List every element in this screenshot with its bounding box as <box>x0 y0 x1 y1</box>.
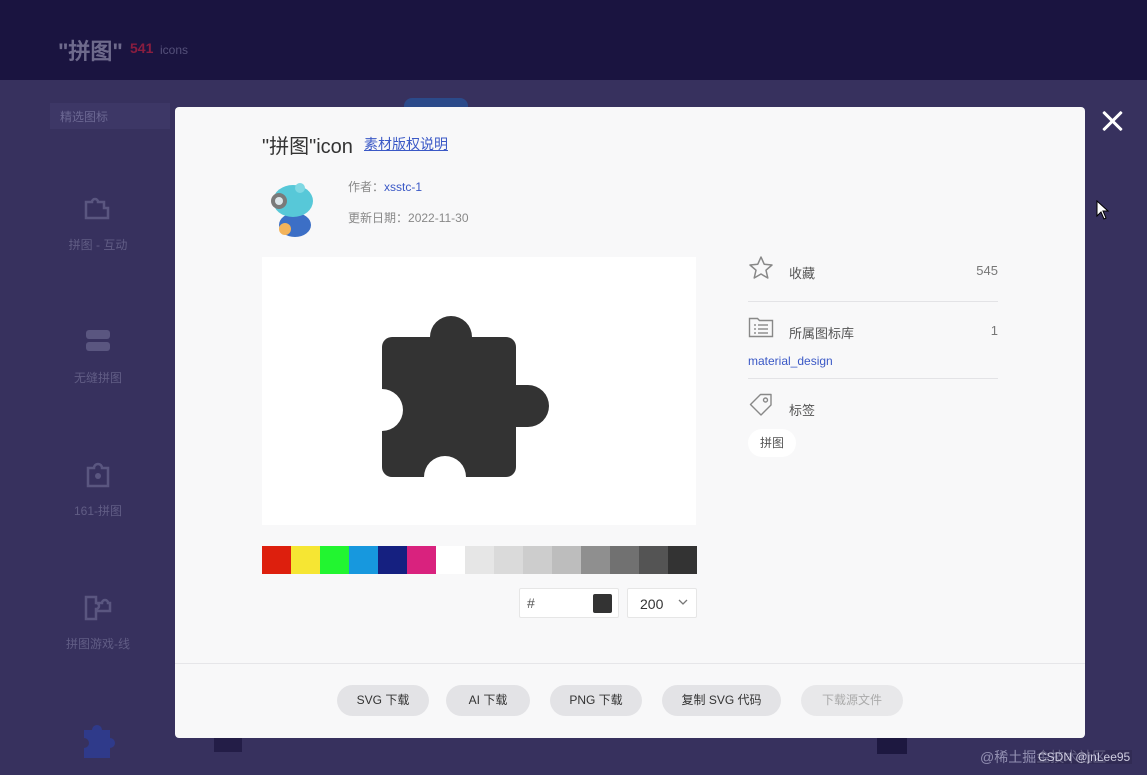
puzzle-piece-icon <box>86 462 110 488</box>
color-swatch[interactable] <box>349 546 378 574</box>
download-source-button[interactable]: 下载源文件 <box>801 685 903 716</box>
size-select[interactable]: 200 <box>627 588 697 618</box>
date-row: 更新日期：2022-11-30 <box>348 209 469 226</box>
library-count: 1 <box>990 323 998 338</box>
author-avatar[interactable] <box>265 179 321 239</box>
folder-list-icon <box>748 317 774 338</box>
icon-detail-modal: "拼图"icon 素材版权说明 作者：xsstc-1 更新日期：2022-11-… <box>175 107 1085 738</box>
color-swatch[interactable] <box>378 546 407 574</box>
background-puzzle-icon[interactable] <box>80 720 116 765</box>
background-item-label: 161-拼图 <box>73 504 123 518</box>
ai-download-button[interactable]: AI 下载 <box>446 685 530 716</box>
color-swatch[interactable] <box>494 546 523 574</box>
divider <box>748 301 998 302</box>
puzzle-icon <box>84 725 115 758</box>
seamless-puzzle-icon <box>86 330 110 351</box>
color-hex-field[interactable]: # <box>519 588 619 618</box>
color-swatch[interactable] <box>407 546 436 574</box>
footer-divider <box>175 663 1085 664</box>
color-swatch[interactable] <box>320 546 349 574</box>
icon-preview <box>262 257 696 525</box>
library-row: 所属图标库 1 <box>748 315 998 345</box>
date-label: 更新日期： <box>348 211 409 225</box>
tag-chip[interactable]: 拼图 <box>748 429 797 457</box>
background-icons-word: icons <box>160 43 189 57</box>
svg-download-button[interactable]: SVG 下载 <box>337 685 429 716</box>
background-item-label: 拼图 - 互动 <box>68 238 128 252</box>
color-swatch[interactable] <box>610 546 639 574</box>
tags-row: 标签 <box>748 392 998 422</box>
background-puzzle-icon[interactable] <box>875 738 909 763</box>
color-swatch[interactable] <box>552 546 581 574</box>
author-row: 作者：xsstc-1 <box>348 178 422 195</box>
puzzle-icon <box>214 738 242 752</box>
color-swatch[interactable] <box>291 546 320 574</box>
color-swatch[interactable] <box>436 546 465 574</box>
chevron-down-icon <box>678 599 688 605</box>
color-swatch[interactable] <box>581 546 610 574</box>
color-hex-input[interactable] <box>540 593 590 613</box>
favorite-label: 收藏 <box>789 266 816 281</box>
background-icon-item[interactable]: 无缝拼图 <box>48 325 148 386</box>
library-name-link[interactable]: material_design <box>748 354 833 368</box>
background-puzzle-icon[interactable] <box>210 738 246 763</box>
hex-prefix: # <box>527 595 535 611</box>
size-value: 200 <box>640 596 664 612</box>
favorite-count: 545 <box>976 263 998 278</box>
author-name-link[interactable]: xsstc-1 <box>384 180 422 194</box>
background-item-label: 无缝拼图 <box>73 371 122 385</box>
background-header <box>0 0 1147 80</box>
divider <box>748 378 998 379</box>
author-label: 作者： <box>348 180 385 194</box>
puzzle-icon <box>877 738 907 754</box>
background-icon-item[interactable]: 拼图 - 互动 <box>48 192 148 253</box>
background-title: "拼图" <box>58 39 123 64</box>
csdn-watermark: CSDN @jnLee95 <box>1036 750 1133 764</box>
star-icon <box>749 256 773 279</box>
color-swatch[interactable] <box>639 546 668 574</box>
date-value: 2022-11-30 <box>408 211 469 225</box>
copy-svg-code-button[interactable]: 复制 SVG 代码 <box>662 685 781 716</box>
puzzle-icon <box>84 197 110 220</box>
color-swatch[interactable] <box>668 546 697 574</box>
close-icon[interactable] <box>1099 107 1127 135</box>
color-swatch[interactable] <box>465 546 494 574</box>
color-palette <box>262 546 697 574</box>
color-swatch[interactable] <box>262 546 291 574</box>
puzzle-game-icon <box>84 595 112 621</box>
png-download-button[interactable]: PNG 下载 <box>550 685 642 716</box>
current-color-swatch[interactable] <box>593 594 612 613</box>
tags-label: 标签 <box>789 403 816 418</box>
modal-title: "拼图"icon <box>262 136 353 158</box>
tag-icon <box>749 393 772 416</box>
copyright-link[interactable]: 素材版权说明 <box>364 134 448 154</box>
background-icon-count: 541 <box>130 40 154 56</box>
library-label: 所属图标库 <box>789 326 855 341</box>
color-swatch[interactable] <box>523 546 552 574</box>
background-filter[interactable]: 精选图标 <box>50 103 170 129</box>
mouse-cursor-icon <box>1096 199 1110 225</box>
puzzle-preview-icon <box>382 316 549 477</box>
background-item-label: 拼图游戏-线 <box>66 637 130 651</box>
background-icon-item[interactable]: 拼图游戏-线 <box>48 591 148 652</box>
background-icon-item[interactable]: 161-拼图 <box>48 458 148 519</box>
favorite-row[interactable]: 收藏 545 <box>748 255 998 285</box>
